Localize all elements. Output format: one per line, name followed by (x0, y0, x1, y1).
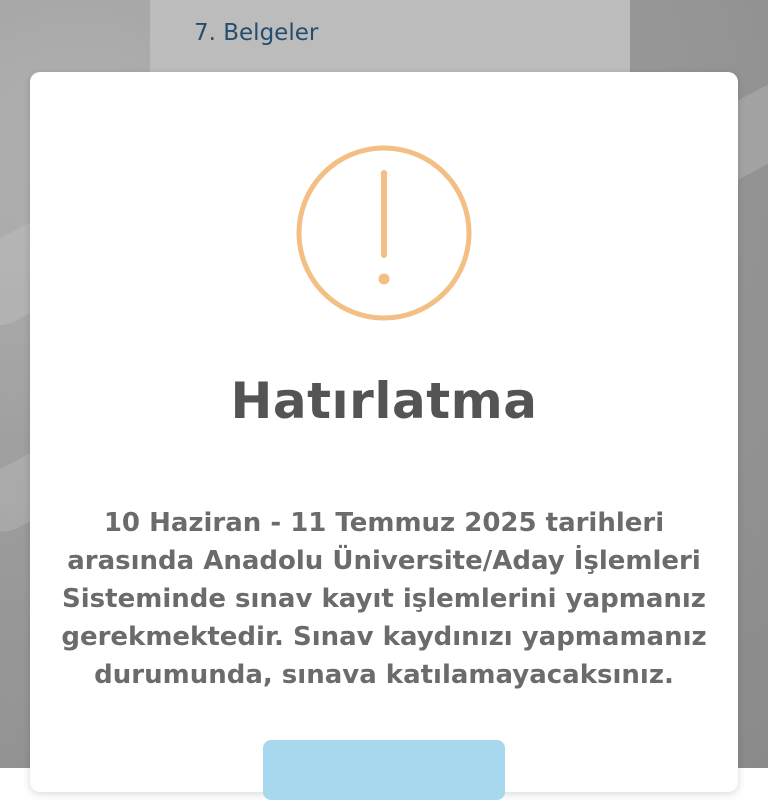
dialog-message-line: 10 Haziran - 11 Temmuz 2025 tarihleri (103, 508, 665, 538)
confirm-button[interactable] (263, 740, 505, 800)
reminder-dialog: Hatırlatma 10 Haziran - 11 Temmuz 2025 t… (30, 72, 738, 800)
dialog-message: 10 Haziran - 11 Temmuz 2025 tarihleri ar… (60, 504, 708, 694)
dialog-message-line: gerekmektedir. Sınav kaydınızı yapmamanı… (61, 622, 707, 652)
dialog-title: Hatırlatma (230, 372, 538, 430)
dialog-message-line: arasında Anadolu Üniversite/Aday İşlemle… (67, 546, 701, 576)
dialog-message-line: durumunda, sınava katılamayacaksınız. (94, 660, 674, 690)
exclamation-circle-icon (296, 145, 472, 321)
dialog-message-line: Sisteminde sınav kayıt işlemlerini yapma… (62, 584, 706, 614)
